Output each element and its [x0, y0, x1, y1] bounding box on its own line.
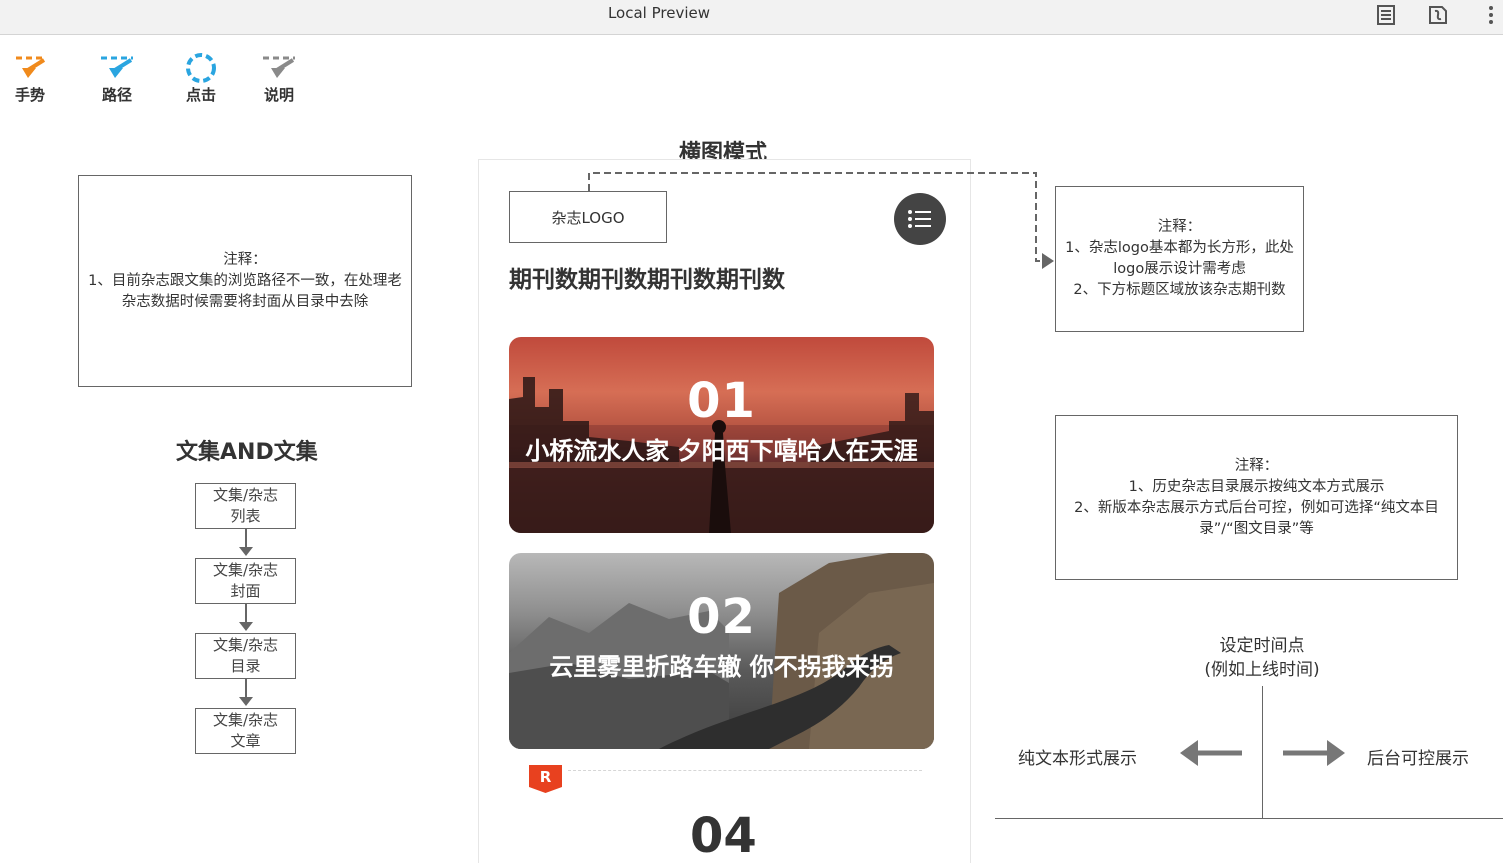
- flow-heading: 文集AND文集: [176, 440, 318, 465]
- path-icon: [101, 56, 133, 78]
- click-label: 点击: [185, 86, 216, 104]
- arrow-down-icon: [239, 547, 253, 556]
- arrow-down-icon: [239, 697, 253, 706]
- note-right-top-text: 注释： 1、杂志logo基本都为长方形，此处logo展示设计需考虑 2、下方标题…: [1065, 219, 1294, 298]
- window-title: Local Preview: [607, 4, 711, 22]
- issue-title: 期刊数期刊数期刊数期刊数: [509, 267, 785, 293]
- explain-label: 说明: [263, 86, 294, 104]
- badge-icon: R: [529, 765, 562, 793]
- explain-icon: [263, 56, 295, 78]
- arrow-down-icon: [239, 622, 253, 631]
- note-right-middle-text: 注释： 1、历史杂志目录展示按纯文本方式展示 2、新版本杂志展示方式后台可控，例…: [1074, 457, 1439, 537]
- issue-card-02[interactable]: 02 云里雾里折路车辙 你不拐我来拐: [509, 553, 934, 749]
- flow-connector: [245, 604, 247, 622]
- gesture-icon: [16, 56, 46, 78]
- flow-step-toc[interactable]: 文集/杂志 目录: [195, 633, 296, 679]
- list-icon: [908, 210, 931, 228]
- flow-step-article[interactable]: 文集/杂志 文章: [195, 708, 296, 754]
- card-01-number: 01: [687, 373, 756, 429]
- note-right-top: 注释： 1、杂志logo基本都为长方形，此处logo展示设计需考虑 2、下方标题…: [1055, 186, 1304, 332]
- timeline-center-label: 设定时间点 (例如上线时间): [1204, 636, 1320, 680]
- timeline-baseline: [995, 818, 1503, 819]
- card-02-caption: 云里雾里折路车辙 你不拐我来拐: [549, 653, 894, 681]
- card-02-number: 02: [687, 589, 756, 645]
- explain-tool[interactable]: 说明: [249, 52, 309, 105]
- card-01-caption: 小桥流水人家 夕阳西下嘻哈人在天涯: [525, 437, 918, 465]
- next-issue-number: 04: [690, 808, 757, 864]
- click-tool[interactable]: 点击: [171, 52, 231, 105]
- flow-step-cover[interactable]: 文集/杂志 封面: [195, 558, 296, 604]
- more-vert-icon[interactable]: [1479, 3, 1503, 27]
- timeline-right-label: 后台可控展示: [1367, 749, 1469, 769]
- menu-button[interactable]: [894, 193, 946, 245]
- gesture-label: 手势: [14, 86, 45, 104]
- path-tool[interactable]: 路径: [87, 52, 147, 105]
- export-icon[interactable]: [1426, 3, 1450, 27]
- badge-letter: R: [539, 768, 552, 786]
- note-left-text: 注释： 1、目前杂志跟文集的浏览路径不一致，在处理老杂志数据时候需要将封面从目录…: [88, 251, 402, 310]
- issue-card-01[interactable]: 01 小桥流水人家 夕阳西下嘻哈人在天涯: [509, 337, 934, 533]
- note-left: 注释： 1、目前杂志跟文集的浏览路径不一致，在处理老杂志数据时候需要将封面从目录…: [78, 175, 412, 387]
- path-label: 路径: [101, 86, 132, 104]
- title-bar: Local Preview: [0, 0, 1503, 35]
- document-icon[interactable]: [1374, 3, 1398, 27]
- gesture-tool[interactable]: 手势: [0, 52, 60, 105]
- flow-step-list[interactable]: 文集/杂志 列表: [195, 483, 296, 529]
- arrow-right-icon: [1283, 740, 1345, 766]
- flow-connector: [245, 529, 247, 547]
- flow-connector: [245, 679, 247, 697]
- timeline-left-label: 纯文本形式展示: [1018, 749, 1137, 769]
- divider: [568, 770, 922, 771]
- timeline-divider: [1262, 686, 1263, 818]
- magazine-logo[interactable]: 杂志LOGO: [509, 191, 667, 243]
- note-right-middle: 注释： 1、历史杂志目录展示按纯文本方式展示 2、新版本杂志展示方式后台可控，例…: [1055, 415, 1458, 580]
- click-icon: [186, 53, 216, 83]
- arrow-left-icon: [1180, 740, 1242, 766]
